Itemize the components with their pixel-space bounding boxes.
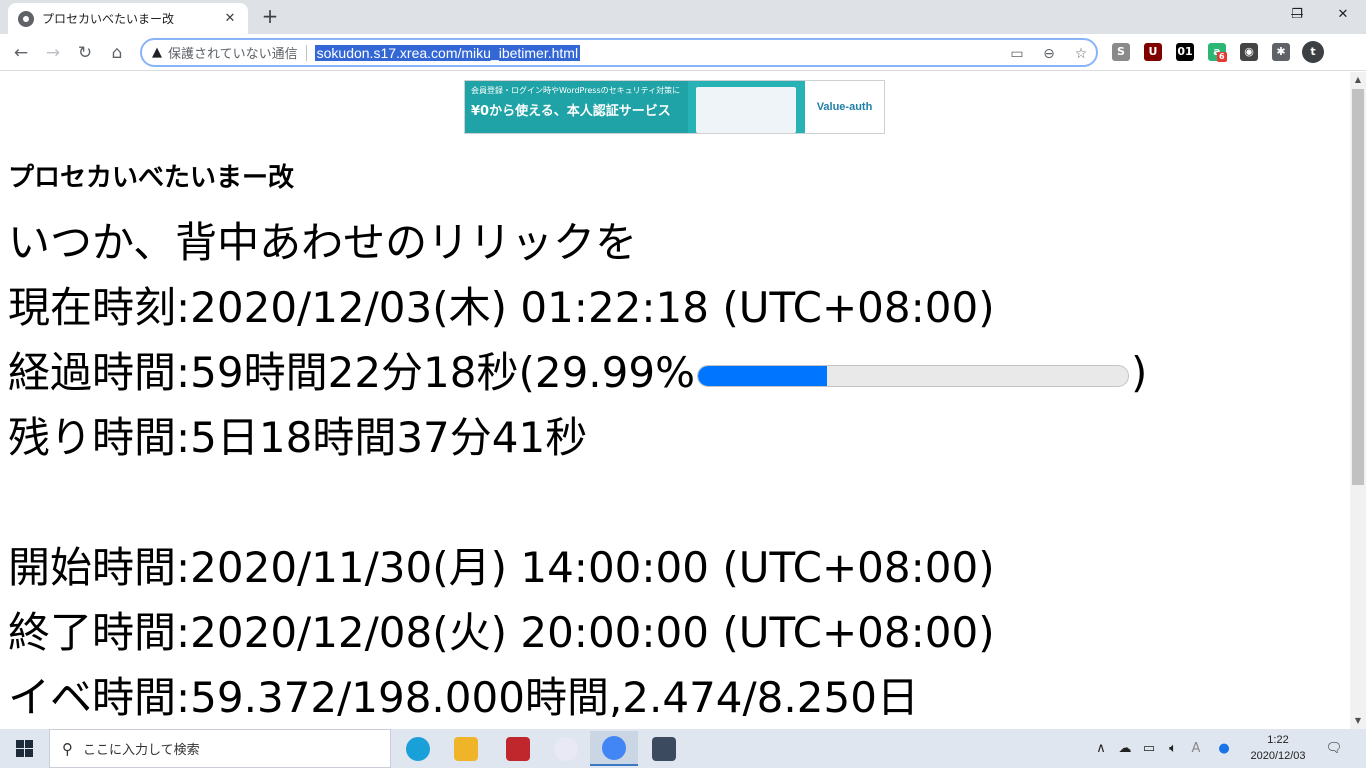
taskbar-search[interactable]: ⚲ ここに入力して検索 [49,729,391,768]
taskbar: ⚲ ここに入力して検索 ∧ ☁ ▭ 🔈︎ A ● 1:22 2020/12/03… [0,729,1366,768]
divider [305,44,307,61]
forward-icon[interactable]: → [40,40,66,66]
home-icon[interactable]: ⌂ [104,40,130,66]
banner-text: 会員登録・ログイン時やWordPressのセキュリティ対策に ¥0から使える、本… [465,81,688,133]
a-extension[interactable]: a6 [1208,43,1227,62]
clock[interactable]: 1:22 2020/12/03 [1240,732,1316,764]
explorer-icon [454,736,478,761]
banner-screenshot [688,81,805,133]
media-app[interactable] [640,731,688,766]
progress-fill [698,365,827,386]
itunes-icon [554,736,578,761]
clock-date: 2020/12/03 [1250,750,1306,762]
tray-chevron-icon[interactable]: ∧ [1092,729,1110,768]
new-tab-button[interactable]: + [258,5,282,29]
banner-line2: ¥0から使える、本人認証サービス [471,104,671,119]
zoom-icon[interactable]: ⊖ [1038,44,1060,64]
ad-banner[interactable]: 会員登録・ログイン時やWordPressのセキュリティ対策に ¥0から使える、本… [464,80,885,134]
tab-strip: プロセカいべたいまー改 ✕ + — ✕ [0,0,1366,34]
scroll-down-icon[interactable]: ▼ [1350,713,1366,729]
progress-bar [697,364,1130,387]
restore-button[interactable]: ❐ [1274,0,1320,30]
url-text[interactable]: sokudon.s17.xrea.com/miku_ibetimer.html [314,44,581,61]
tab-title: プロセカいべたいまー改 [42,12,175,26]
extension-badge: 6 [1217,52,1227,62]
warning-icon[interactable]: ▲ [152,45,162,60]
itunes-app[interactable] [542,731,590,766]
scroll-thumb[interactable] [1352,89,1364,485]
security-label[interactable]: 保護されていない通信 [168,43,298,62]
end-time: 終了時間:2020/12/08(火) 20:00:00 (UTC+08:00) [8,608,995,657]
puzzle-extension[interactable]: ✱ [1272,43,1290,61]
page-title: プロセカいべたいまー改 [8,163,295,193]
profile-avatar[interactable]: t [1302,41,1324,63]
browser-toolbar: ← → ↻ ⌂ ▲ 保護されていない通信 sokudon.s17.xrea.co… [0,34,1366,71]
remaining-time: 残り時間:5日18時間37分41秒 [8,413,588,462]
event-name: いつか、背中あわせのリリックを [8,218,638,267]
scroll-up-icon[interactable]: ▲ [1350,72,1366,88]
current-time: 現在時刻:2020/12/03(木) 01:22:18 (UTC+08:00) [8,283,995,332]
search-placeholder: ここに入力して検索 [83,743,200,758]
banner-logo-text: Value-auth [816,101,873,113]
edge-app[interactable] [394,731,442,766]
elapsed-time: 経過時間:59時間22分18秒(29.99% [8,348,696,397]
banner-line1: 会員登録・ログイン時やWordPressのセキュリティ対策に [471,86,681,95]
notification-icon[interactable]: 🗨︎ [1320,729,1348,768]
onedrive-icon[interactable]: ☁ [1114,729,1136,768]
windows-icon [15,740,33,757]
vertical-scrollbar[interactable]: ▲ ▼ [1350,72,1366,729]
start-button[interactable] [0,729,48,768]
banner-logo: Value-auth [805,81,884,133]
page-content: 会員登録・ログイン時やWordPressのセキュリティ対策に ¥0から使える、本… [0,72,1350,729]
start-time: 開始時間:2020/11/30(月) 14:00:00 (UTC+08:00) [8,543,995,592]
globe-icon [18,10,34,27]
filezilla-app[interactable] [494,731,542,766]
star-icon[interactable]: ☆ [1070,44,1092,64]
elapsed-time-row: 経過時間:59時間22分18秒(29.99%) [8,343,1147,403]
chrome-app[interactable] [590,731,638,766]
event-hours: イベ時間:59.372/198.000時間,2.474/8.250日 [8,673,919,722]
filezilla-icon [506,736,530,761]
browser-tab[interactable]: プロセカいべたいまー改 ✕ [8,3,248,34]
s-extension[interactable]: S [1112,43,1130,61]
media-icon [652,736,676,761]
clock-time: 1:22 [1267,734,1289,746]
search-icon: ⚲ [62,739,73,758]
tab-close-icon[interactable]: ✕ [222,11,238,26]
weather-icon[interactable]: ● [1212,729,1236,768]
back-icon[interactable]: ← [8,40,34,66]
mask-extension[interactable]: ◉ [1240,43,1258,61]
chrome-icon [602,735,626,760]
elapsed-close: ) [1131,348,1148,397]
battery-icon[interactable]: ▭ [1138,729,1160,768]
volume-icon[interactable]: 🔈︎ [1162,729,1184,768]
edge-icon [406,736,430,761]
close-window-button[interactable]: ✕ [1320,0,1366,30]
01-extension[interactable]: 01 [1176,43,1194,61]
reload-icon[interactable]: ↻ [72,40,98,66]
cast-icon[interactable]: ▭ [1006,44,1028,64]
explorer-app[interactable] [442,731,490,766]
address-bar[interactable]: ▲ 保護されていない通信 sokudon.s17.xrea.com/miku_i… [140,38,1098,67]
ublock-extension[interactable]: U [1144,43,1162,61]
ime-indicator[interactable]: A [1186,729,1206,768]
